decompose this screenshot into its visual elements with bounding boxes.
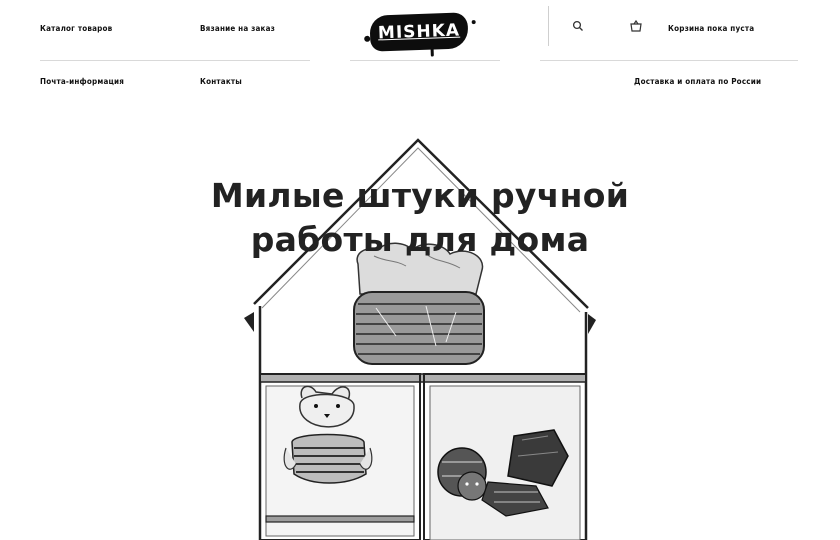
nav-info-link[interactable]: Почта-информация (40, 77, 124, 86)
header-divider (540, 60, 798, 61)
hero-title: Милые штуки ручной работы для дома (150, 174, 690, 262)
nav-catalog-link[interactable]: Каталог товаров (40, 24, 112, 33)
house-eave-left (244, 312, 254, 332)
cart-button[interactable] (628, 18, 644, 34)
search-icon (572, 20, 583, 31)
nav-delivery-link[interactable]: Доставка и оплата по России (634, 77, 761, 86)
logo-drip (364, 35, 371, 42)
house-eave-right (588, 314, 596, 334)
header-vertical-divider (548, 6, 549, 46)
nav-knitting-link[interactable]: Вязание на заказ (200, 24, 275, 33)
header-divider (40, 60, 310, 61)
hero-title-line1: Милые штуки ручной (210, 176, 630, 215)
shelf-middle-board (265, 515, 415, 523)
hero-title-line2: работы для дома (250, 220, 590, 259)
logo-text: MISHKA (377, 20, 461, 44)
nav-contacts-link[interactable]: Контакты (200, 77, 242, 86)
cart-status-link[interactable]: Корзина пока пуста (668, 24, 754, 33)
header-divider (350, 60, 500, 61)
search-button[interactable] (570, 18, 586, 34)
logo-drip (471, 20, 476, 25)
cart-icon (630, 19, 642, 32)
logo-drip (430, 46, 434, 57)
logo[interactable]: MISHKA (364, 12, 476, 57)
